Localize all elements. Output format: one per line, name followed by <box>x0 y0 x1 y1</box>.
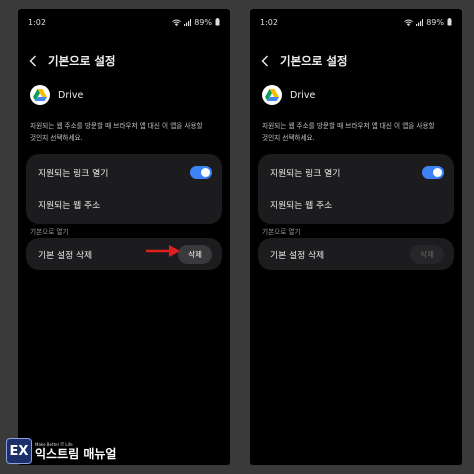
phone-screen-left: 1:02 89% 기본으로 설정 Drive 지원되는 웹 주소를 방문할 때 … <box>18 9 230 465</box>
links-card: 지원되는 링크 열기 지원되는 웹 주소 <box>26 154 222 224</box>
phone-screen-right: 1:02 89% 기본으로 설정 Drive 지원되는 웹 주소를 방문할 때 … <box>250 9 462 465</box>
description: 지원되는 웹 주소를 방문할 때 브라우저 앱 대신 이 앱을 사용할 것인지 … <box>30 122 203 142</box>
signal-icon <box>416 18 424 26</box>
app-name: Drive <box>290 89 316 101</box>
clear-button[interactable]: 삭제 <box>178 244 212 264</box>
status-time: 1:02 <box>28 17 46 27</box>
drive-icon <box>262 85 282 105</box>
battery-icon <box>447 18 452 26</box>
open-supported-links-label: 지원되는 링크 열기 <box>270 168 341 179</box>
header: 기본으로 설정 <box>258 51 454 71</box>
clear-defaults-card: 기본 설정 삭제 삭제 <box>258 238 454 270</box>
status-bar: 1:02 89% <box>260 16 452 28</box>
logo-badge: EX <box>6 438 32 464</box>
watermark-logo: EX Make Better IT Life 익스트림 매뉴얼 <box>6 438 116 464</box>
clear-defaults-label: 기본 설정 삭제 <box>38 250 93 261</box>
signal-icon <box>184 18 192 26</box>
open-supported-links-label: 지원되는 링크 열기 <box>38 168 109 179</box>
battery-icon <box>215 18 220 26</box>
wifi-icon <box>172 19 181 26</box>
app-info: Drive <box>30 84 220 106</box>
clear-defaults-row: 기본 설정 삭제 삭제 <box>26 238 222 270</box>
app-name: Drive <box>58 89 84 101</box>
open-supported-links-row[interactable]: 지원되는 링크 열기 <box>258 156 454 188</box>
clear-defaults-label: 기본 설정 삭제 <box>270 250 325 261</box>
supported-web-addresses-row[interactable]: 지원되는 웹 주소 <box>258 188 454 220</box>
logo-name: 익스트림 매뉴얼 <box>35 446 117 461</box>
supported-web-addresses-row[interactable]: 지원되는 웹 주소 <box>26 188 222 220</box>
links-card: 지원되는 링크 열기 지원되는 웹 주소 <box>258 154 454 224</box>
description: 지원되는 웹 주소를 방문할 때 브라우저 앱 대신 이 앱을 사용할 것인지 … <box>262 122 435 142</box>
section-label: 기본으로 열기 <box>30 228 69 236</box>
open-supported-links-toggle[interactable] <box>422 165 444 179</box>
battery-level: 89% <box>426 17 444 27</box>
app-info: Drive <box>262 84 452 106</box>
status-bar: 1:02 89% <box>28 16 220 28</box>
supported-web-addresses-label: 지원되는 웹 주소 <box>38 200 101 211</box>
back-icon[interactable] <box>26 54 40 68</box>
open-supported-links-row[interactable]: 지원되는 링크 열기 <box>26 156 222 188</box>
clear-defaults-card: 기본 설정 삭제 삭제 <box>26 238 222 270</box>
page-title: 기본으로 설정 <box>280 54 348 68</box>
section-label: 기본으로 열기 <box>262 228 301 236</box>
page-title: 기본으로 설정 <box>48 54 116 68</box>
wifi-icon <box>404 19 413 26</box>
header: 기본으로 설정 <box>26 51 222 71</box>
logo-tagline: Make Better IT Life <box>35 441 73 447</box>
open-supported-links-toggle[interactable] <box>190 165 212 179</box>
clear-defaults-row: 기본 설정 삭제 삭제 <box>258 238 454 270</box>
drive-icon <box>30 85 50 105</box>
battery-level: 89% <box>194 17 212 27</box>
status-time: 1:02 <box>260 17 278 27</box>
arrow-annotation <box>146 245 180 257</box>
clear-button[interactable]: 삭제 <box>410 244 444 264</box>
supported-web-addresses-label: 지원되는 웹 주소 <box>270 200 333 211</box>
back-icon[interactable] <box>258 54 272 68</box>
